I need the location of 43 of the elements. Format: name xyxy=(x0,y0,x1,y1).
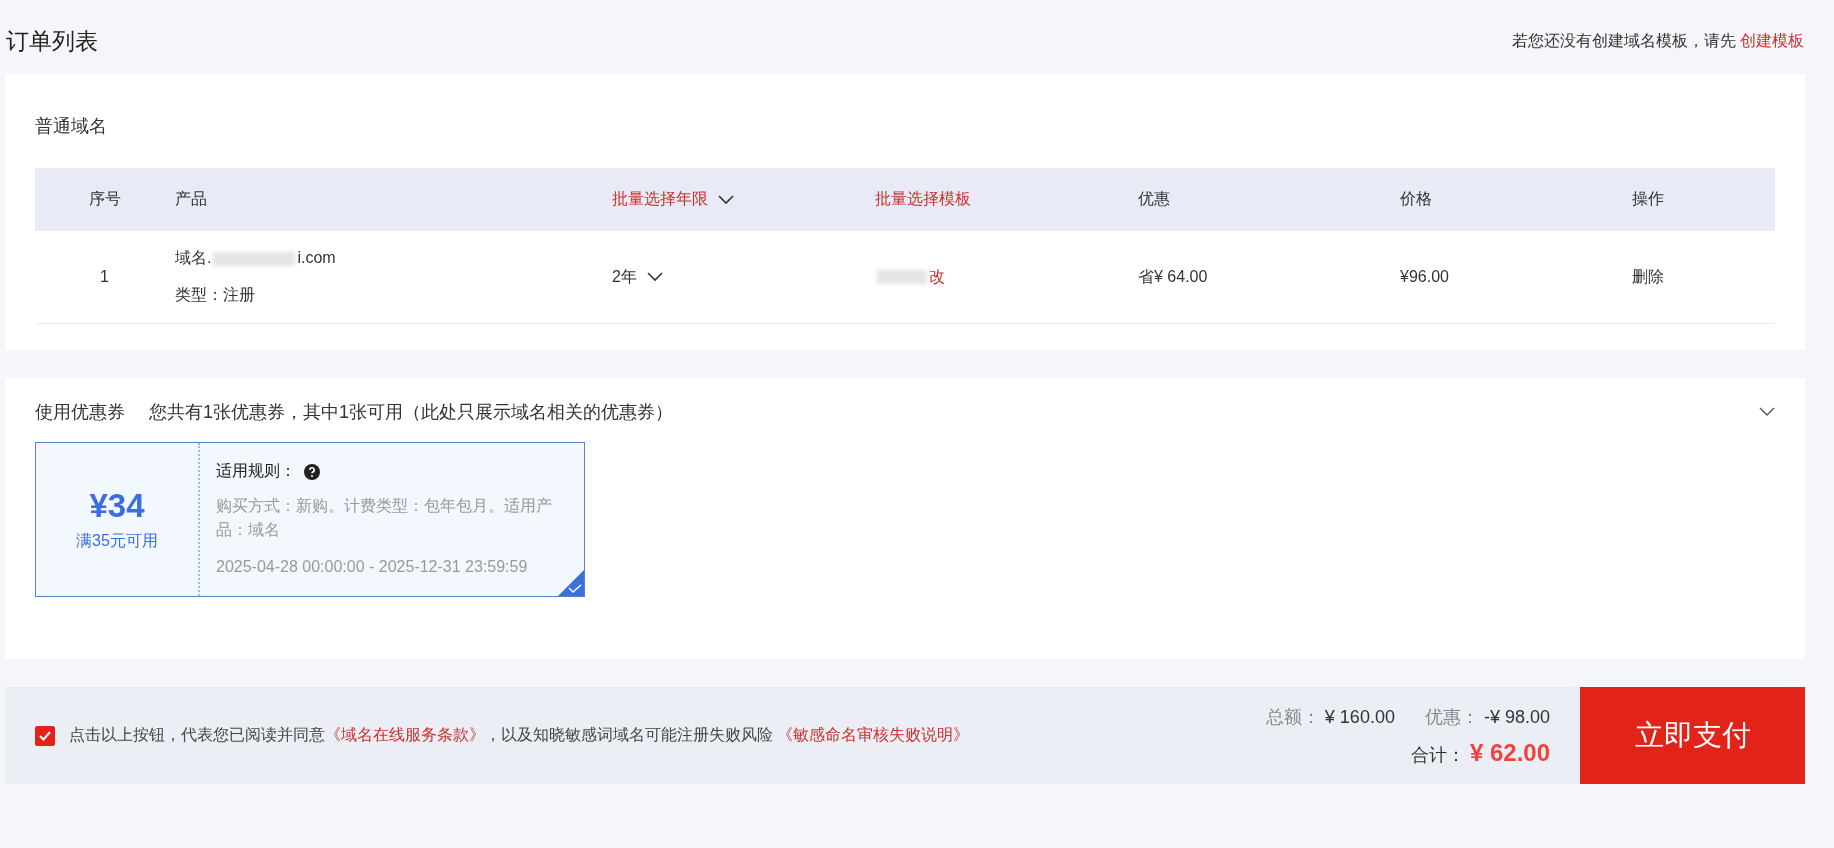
template-hint: 若您还没有创建域名模板，请先 创建模板 xyxy=(1511,30,1804,51)
policy-link[interactable]: 《敏感命名审核失败说明》 xyxy=(777,726,970,743)
column-header: 序号 xyxy=(88,190,121,207)
agreement-text: 点击以上按钮，代表您已阅读并同意《域名在线服务条款》，以及知晓敏感词域名可能注册失败风险 《敏感命名审核失败说明》 xyxy=(69,725,970,745)
coupon-amount: ¥34 xyxy=(89,487,145,525)
coupon-rules: 购买方式：新购。计费类型：包年包月。适用产品：域名 xyxy=(216,496,553,540)
domain-type: 类型：注册 xyxy=(175,285,256,305)
pay-button[interactable]: 立即支付 xyxy=(1580,687,1805,784)
rules-title: 适用规则： xyxy=(216,461,296,481)
batch-template-link[interactable]: 批量选择模板 xyxy=(875,190,971,207)
column-header: 优惠 xyxy=(1138,190,1170,207)
chevron-down-icon xyxy=(718,194,734,205)
chevron-down-icon[interactable] xyxy=(1759,407,1775,417)
section-title: 使用优惠券 xyxy=(35,401,125,424)
chevron-down-icon xyxy=(646,272,663,282)
column-header: 产品 xyxy=(175,190,207,207)
domain-name: 域名. i.com xyxy=(175,248,337,268)
coupon-ticket[interactable]: ¥34 满35元可用 适用规则： 购买方式：新购。计费类型：包年包月。适用产品：域名 2025-04-28 00:00:00 - 2025-12-31 23:59:59 xyxy=(35,442,585,597)
page-title: 订单列表 xyxy=(6,26,98,56)
batch-years-dropdown[interactable]: 批量选择年限 xyxy=(612,189,708,210)
coupon-validity: 2025-04-28 00:00:00 - 2025-12-31 23:59:59 xyxy=(216,558,529,576)
section-title: 普通域名 xyxy=(35,115,108,138)
total-amount: 总额： ¥ 160.00 xyxy=(1265,705,1395,729)
column-header: 价格 xyxy=(1400,190,1432,207)
sum-label: 合计： xyxy=(1410,744,1465,765)
agree-checkbox[interactable] xyxy=(35,725,55,746)
check-icon xyxy=(39,730,51,741)
discount-amount: 优惠： -¥ 98.00 xyxy=(1424,705,1550,729)
terms-link[interactable]: 《域名在线服务条款》 xyxy=(325,726,485,743)
table-cell: 1 xyxy=(100,268,109,285)
table-cell: ¥96.00 xyxy=(1400,268,1449,285)
coupon-condition: 满35元可用 xyxy=(76,531,158,551)
redaction-blur xyxy=(877,270,927,285)
column-header: 操作 xyxy=(1632,190,1664,207)
coupon-summary: 您共有1张优惠券，其中1张可用（此处只展示域名相关的优惠券） xyxy=(149,401,675,424)
help-icon[interactable] xyxy=(304,463,320,480)
edit-template-link[interactable]: 改 xyxy=(929,267,945,285)
delete-link[interactable]: 删除 xyxy=(1632,267,1664,285)
selected-check-icon xyxy=(558,570,584,596)
years-dropdown[interactable]: 2年 xyxy=(612,266,663,288)
sum-amount: ¥ 62.00 xyxy=(1469,738,1550,766)
create-template-link[interactable]: 创建模板 xyxy=(1740,31,1804,49)
table-cell: 省¥ 64.00 xyxy=(1138,267,1208,285)
